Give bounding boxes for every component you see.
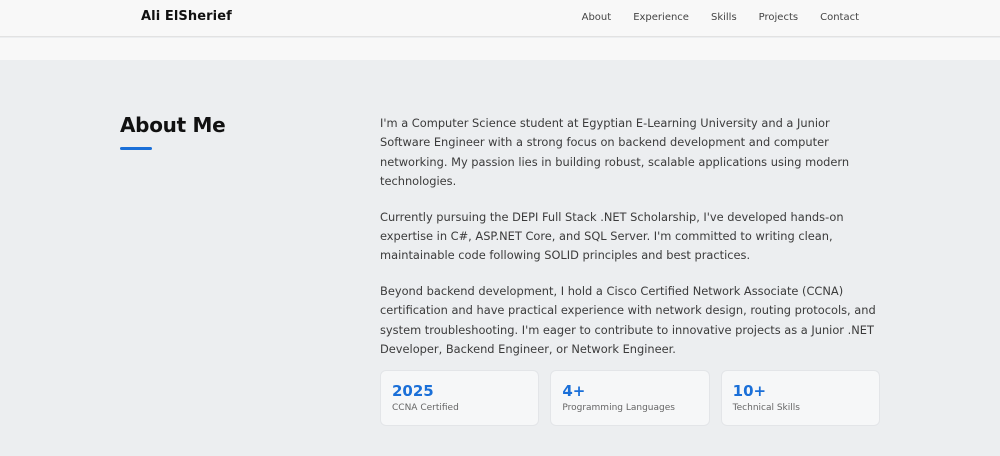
nav-link-skills[interactable]: Skills <box>711 12 737 23</box>
stat-label: Technical Skills <box>732 403 800 413</box>
stat-card-ccna: 2025 CCNA Certified <box>380 370 540 426</box>
nav-link-projects[interactable]: Projects <box>759 12 798 23</box>
stat-value: 4+ <box>562 382 586 400</box>
stats-row: 2025 CCNA Certified 4+ Programming Langu… <box>380 370 880 426</box>
top-navbar: Ali ElSherief About Experience Skills Pr… <box>0 0 1000 37</box>
about-paragraph-1: I'm a Computer Science student at Egypti… <box>380 116 850 189</box>
stat-label: Programming Languages <box>562 403 675 413</box>
main-nav: About Experience Skills Projects Contact <box>582 12 859 23</box>
nav-link-contact[interactable]: Contact <box>820 12 859 23</box>
about-section-title: About Me <box>120 113 226 137</box>
page: Ali ElSherief About Experience Skills Pr… <box>0 0 1000 456</box>
stat-value: 10+ <box>732 382 767 400</box>
about-paragraph-2: Currently pursuing the DEPI Full Stack .… <box>380 209 844 263</box>
nav-link-about[interactable]: About <box>582 12 612 23</box>
about-paragraph-3: Beyond backend development, I hold a Cis… <box>380 283 876 357</box>
stat-value: 2025 <box>392 382 434 400</box>
stat-card-languages: 4+ Programming Languages <box>550 370 710 426</box>
hero-section-bottom-edge <box>0 38 1000 60</box>
stat-label: CCNA Certified <box>392 403 459 413</box>
nav-link-experience[interactable]: Experience <box>633 12 689 23</box>
title-underline-accent <box>120 147 152 150</box>
about-text: I'm a Computer Science student at Egypti… <box>380 114 880 375</box>
stat-card-skills: 10+ Technical Skills <box>720 370 880 426</box>
brand-logo-link[interactable]: Ali ElSherief <box>141 9 232 24</box>
